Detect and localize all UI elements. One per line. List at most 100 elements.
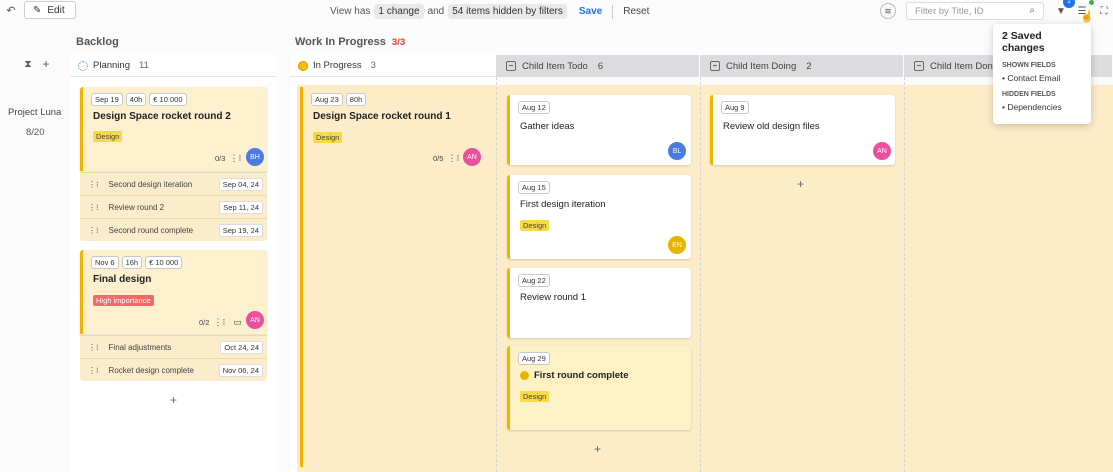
due-date-tag: Aug 22: [518, 274, 550, 287]
subitem-date: Sep 11, 24: [219, 201, 263, 214]
child-column-icon: [506, 61, 516, 71]
child-todo-count: 6: [597, 60, 604, 72]
save-button[interactable]: Save: [579, 6, 602, 17]
subitem-row[interactable]: ⋮⁝ Final adjustments Oct 24, 24: [80, 335, 267, 358]
avatar[interactable]: BH: [246, 148, 264, 166]
child-progress: 0/5 ⋮⁝: [433, 153, 459, 164]
design-label: Design: [520, 391, 550, 402]
child-doing-count: 2: [806, 60, 812, 72]
subitem-title: Review round 2: [108, 202, 165, 212]
swimlane-progress: 8/20: [26, 127, 45, 138]
in-progress-label: In Progress: [313, 60, 362, 71]
funnel-icon: ▼: [1056, 5, 1066, 17]
card-tags: Sep 19 40h € 10 000: [91, 93, 187, 106]
due-date-tag: Nov 6: [91, 256, 119, 269]
hierarchy-icon: ⋮⁝: [213, 317, 226, 327]
child-count: 0/2: [199, 318, 210, 327]
edit-icon: ✎: [33, 4, 42, 16]
hidden-items-pill[interactable]: 54 items hidden by filters: [448, 4, 567, 19]
child-card[interactable]: Aug 29 First round complete Design: [507, 346, 691, 430]
due-date-tag: Aug 29: [518, 352, 550, 365]
card-title: First round complete: [534, 370, 629, 381]
hidden-field-name: Dependencies: [1007, 102, 1062, 112]
avatar[interactable]: AN: [463, 148, 481, 166]
estimate-tag: 80h: [345, 93, 367, 106]
fullscreen-button[interactable]: ⛶: [1097, 3, 1111, 19]
plus-icon: +: [42, 57, 50, 71]
undo-icon: ↶: [6, 4, 16, 17]
subitem-icon: ⋮⁝: [88, 365, 99, 375]
collapse-icon: ⧗: [24, 58, 32, 70]
avatar[interactable]: AN: [873, 142, 891, 160]
planning-column-header[interactable]: Planning 11: [70, 55, 276, 77]
change-count-pill[interactable]: 1 change: [374, 4, 424, 19]
reset-button[interactable]: Reset: [623, 6, 649, 17]
due-date-tag: Aug 9: [721, 101, 749, 114]
in-progress-card[interactable]: Aug 23 80h Design Space rocket round 1 D…: [303, 87, 491, 167]
avatar[interactable]: BL: [668, 142, 686, 160]
subitem-date: Oct 24, 24: [220, 341, 263, 354]
design-label: Design: [520, 220, 550, 231]
add-card-button[interactable]: +: [594, 442, 601, 456]
card-title: Design Space rocket round 1: [313, 111, 451, 122]
child-card[interactable]: Aug 22 Review round 1: [507, 268, 691, 338]
subitem-icon: ⋮⁝: [88, 179, 99, 189]
wip-limit: 3/3: [391, 37, 406, 48]
undo-button[interactable]: ↶: [4, 2, 18, 18]
avatar[interactable]: EN: [668, 236, 686, 254]
in-progress-status-icon: [298, 60, 308, 71]
shown-field-name: Contact Email: [1007, 73, 1061, 83]
card-tags: Aug 23 80h: [311, 93, 367, 106]
view-change-info: View has 1 change and 54 items hidden by…: [330, 4, 649, 19]
add-swimlane-button[interactable]: +: [40, 57, 52, 71]
avatar[interactable]: AN: [246, 311, 264, 329]
planning-card[interactable]: Sep 19 40h € 10 000 Design Space rocket …: [80, 87, 267, 171]
layers-button[interactable]: ≋: [880, 3, 896, 19]
subitem-icon: ⋮⁝: [88, 225, 99, 235]
card-tags: Aug 22: [518, 274, 550, 287]
child-todo-column-header[interactable]: Child Item Todo 6: [496, 55, 700, 77]
child-card[interactable]: Aug 12 Gather ideas BL: [507, 95, 691, 165]
subitem-title: Second design iteration: [108, 179, 193, 189]
child-progress: 0/3 ⋮⁝: [215, 153, 241, 164]
design-label: Design: [93, 131, 123, 142]
subitem-row[interactable]: ⋮⁝ Second round complete Sep 19, 24: [80, 218, 267, 241]
filter-placeholder: Filter by Title, ID: [915, 6, 984, 17]
edit-label: Edit: [47, 4, 65, 16]
card-tags: Aug 12: [518, 101, 550, 114]
swimlane-name[interactable]: Project Luna: [8, 107, 61, 118]
due-date-tag: Sep 19: [91, 93, 123, 106]
planning-card[interactable]: Nov 6 16h € 10 000 Final design High imp…: [80, 250, 267, 334]
subitem-date: Sep 04, 24: [218, 178, 263, 191]
column-divider: [496, 77, 497, 472]
card-title: Final design: [93, 274, 152, 285]
subitem-row[interactable]: ⋮⁝ Review round 2 Sep 11, 24: [80, 195, 267, 218]
due-date-tag: Aug 12: [518, 101, 550, 114]
collapse-all-button[interactable]: ⧗: [22, 57, 34, 71]
view-prefix: View has: [330, 6, 371, 17]
in-progress-column-header[interactable]: In Progress 3: [290, 55, 496, 77]
estimate-tag: 40h: [125, 93, 147, 106]
card-title: First design iteration: [520, 199, 606, 210]
planning-status-icon: [78, 60, 88, 71]
child-card[interactable]: Aug 15 First design iteration Design EN: [507, 175, 691, 259]
subitem-row[interactable]: ⋮⁝ Rocket design complete Nov 06, 24: [80, 358, 267, 381]
subitem-icon: ⋮⁝: [88, 202, 99, 212]
add-card-button[interactable]: +: [170, 393, 177, 407]
shown-field-item: • Contact Email: [1002, 73, 1061, 83]
saved-changes-indicator: [1089, 0, 1094, 5]
edit-button[interactable]: ✎ Edit: [24, 1, 76, 19]
child-doing-label: Child Item Doing: [726, 60, 797, 72]
subitem-row[interactable]: ⋮⁝ Second design iteration Sep 04, 24: [80, 172, 267, 195]
comment-icon: ▭: [233, 317, 242, 327]
subitem-title: Second round complete: [108, 225, 194, 235]
child-card[interactable]: Aug 9 Review old design files AN: [710, 95, 895, 165]
design-label: Design: [313, 132, 343, 143]
filter-input[interactable]: Filter by Title, ID ⌕: [906, 2, 1044, 20]
card-title: Review round 1: [520, 292, 587, 303]
hierarchy-icon: ⋮⁝: [229, 153, 242, 163]
child-count: 0/3: [215, 154, 226, 163]
child-done-label: Child Item Done: [930, 60, 999, 72]
child-doing-column-header[interactable]: Child Item Doing 2: [700, 55, 904, 77]
add-card-button[interactable]: +: [797, 177, 804, 191]
